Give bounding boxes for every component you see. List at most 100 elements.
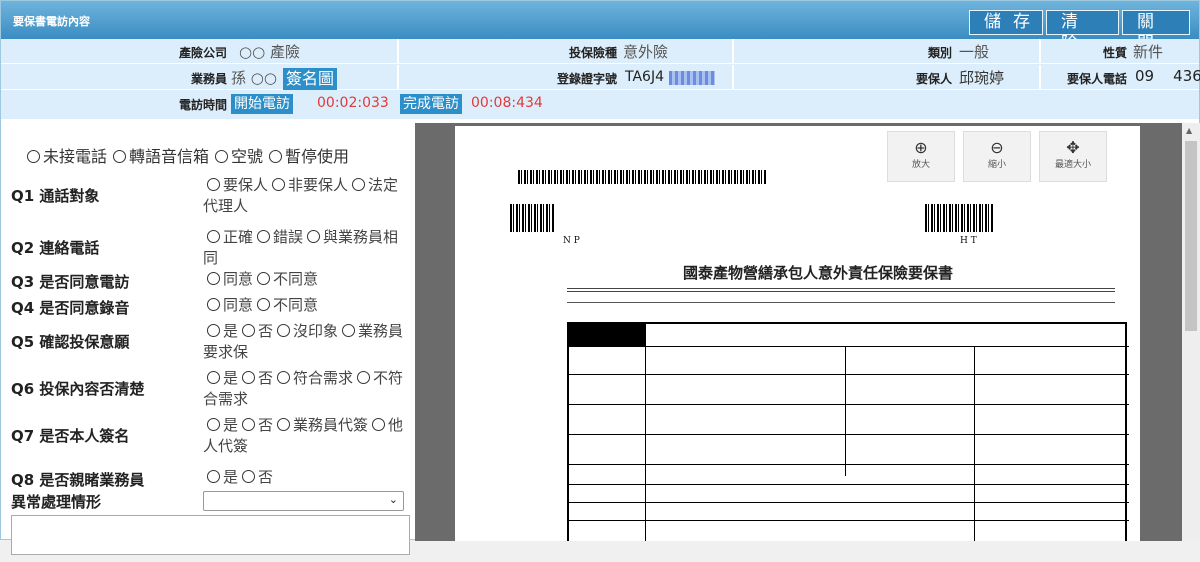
question-label: Q7 是否本人簽名 (11, 427, 130, 445)
radio-button[interactable] (242, 470, 256, 483)
type-label: 投保險種 (568, 46, 617, 60)
radio-button[interactable] (257, 230, 271, 243)
nature-label: 性質 (1102, 46, 1127, 60)
radio-button[interactable] (207, 230, 220, 243)
radio-button[interactable] (277, 324, 291, 337)
scroll-up-icon: ▲ (1186, 126, 1193, 135)
answer-option[interactable]: 是 (207, 322, 238, 340)
answer-option[interactable]: 符合需求 (277, 369, 353, 387)
answer-option[interactable]: 錯誤 (257, 228, 303, 246)
abnormal-textarea[interactable] (11, 515, 410, 555)
radio-button[interactable] (207, 178, 220, 191)
answer-option[interactable]: 是 (207, 369, 238, 387)
radio-button[interactable] (242, 418, 256, 431)
question-options: 是否業務員代簽 他人代簽 (203, 415, 413, 457)
start-call-button[interactable]: 開始電訪 (231, 94, 293, 114)
radio-button[interactable] (257, 298, 271, 311)
form-table (567, 322, 1129, 541)
scrollbar-thumb[interactable] (1185, 141, 1197, 331)
abnormal-label: 異常處理情形 (11, 493, 102, 511)
radio-button[interactable] (207, 298, 220, 311)
question-options: 同意 不同意 (203, 295, 413, 316)
registration-value: TA6J4 (625, 69, 664, 85)
info-row-1: 產險公司 ○○ 產險 投保險種 意外險 類別 一般 性質 新件 (1, 39, 1199, 64)
radio-button[interactable] (352, 178, 366, 191)
question-options: 是否沒印象 業務員要求保 (203, 321, 413, 363)
call-status-options: 未接電話 轉語音信箱 空號 暫停使用 (27, 143, 355, 167)
zoom-in-button[interactable]: ⊕ 放大 (887, 131, 955, 182)
status-option[interactable]: 空號 (215, 147, 263, 166)
answer-option[interactable]: 不同意 (257, 296, 318, 314)
answer-option[interactable]: 要保人 (207, 176, 268, 194)
answer-option[interactable]: 否 (242, 468, 273, 486)
radio-button[interactable] (269, 150, 283, 163)
category-label: 類別 (927, 46, 952, 60)
answer-option[interactable]: 同意 (207, 296, 253, 314)
radio-button[interactable] (242, 371, 256, 384)
questionnaire-panel: 未接電話 轉語音信箱 空號 暫停使用 Q1 通話對象 要保人 非要保人 法定代理人 Q2 連絡… (1, 123, 413, 555)
zoom-in-icon: ⊕ (914, 138, 928, 157)
barcode-top (518, 170, 766, 184)
radio-button[interactable] (207, 324, 220, 337)
radio-button[interactable] (242, 324, 256, 337)
radio-button[interactable] (207, 371, 220, 384)
barcode-left (510, 204, 554, 232)
answer-option[interactable]: 否 (242, 416, 273, 434)
radio-button[interactable] (372, 418, 386, 431)
title-bar: 要保書電訪內容 儲存 清除 關閉 (1, 1, 1199, 54)
viewer-scrollbar[interactable]: ▲ (1182, 123, 1200, 541)
question-options: 正確 錯誤 與業務員相同 (203, 227, 413, 269)
signature-button[interactable]: 簽名圖 (283, 68, 338, 90)
ht-label: H T (960, 236, 977, 246)
answer-option[interactable]: 同意 (207, 270, 253, 288)
radio-button[interactable] (207, 470, 220, 483)
radio-button[interactable] (113, 150, 127, 163)
answer-option[interactable]: 否 (242, 369, 273, 387)
insurer-label: 產險公司 (178, 46, 227, 60)
radio-button[interactable] (342, 324, 356, 337)
answer-option[interactable]: 是 (207, 416, 238, 434)
status-option[interactable]: 暫停使用 (269, 147, 349, 166)
end-call-button[interactable]: 完成電訪 (400, 94, 462, 114)
answer-option[interactable]: 是 (207, 468, 238, 486)
agent-value: 孫 ○○ (231, 69, 277, 87)
answer-option[interactable]: 不同意 (257, 270, 318, 288)
close-button[interactable]: 關閉 (1122, 10, 1190, 54)
question-label: Q4 是否同意錄音 (11, 299, 130, 317)
answer-option[interactable]: 正確 (207, 228, 253, 246)
info-row-2: 業務員 孫 ○○ 簽名圖 登錄證字號 TA6J4 要保人 邱琬婷 要保人電話 0… (1, 65, 1200, 90)
clear-button[interactable]: 清除 (1046, 10, 1119, 54)
question-label: Q6 投保內容否清楚 (11, 380, 145, 398)
radio-button[interactable] (272, 178, 286, 191)
radio-button[interactable] (215, 150, 229, 163)
radio-button[interactable] (357, 371, 371, 384)
answer-option[interactable]: 業務員代簽 (277, 416, 368, 434)
answer-option[interactable]: 否 (242, 322, 273, 340)
policy-info-panel: 產險公司 ○○ 產險 投保險種 意外險 類別 一般 性質 新件 業務員 孫 ○○… (1, 39, 1200, 119)
radio-button[interactable] (277, 418, 291, 431)
category-value: 一般 (959, 43, 990, 61)
start-time: 00:02:033 (317, 95, 389, 111)
agent-label: 業務員 (190, 72, 227, 86)
answer-option[interactable]: 沒印象 (277, 322, 338, 340)
status-option[interactable]: 未接電話 (27, 147, 107, 166)
radio-button[interactable] (257, 272, 271, 285)
status-option[interactable]: 轉語音信箱 (113, 147, 209, 166)
np-label: N P (563, 236, 580, 246)
abnormal-select[interactable]: ⌄ (203, 491, 404, 511)
radio-button[interactable] (277, 371, 291, 384)
document-title: 國泰產物營繕承包人意外責任保險要保書 (683, 264, 954, 282)
save-button[interactable]: 儲存 (969, 10, 1043, 35)
question-label: Q1 通話對象 (11, 187, 100, 205)
app-window: 要保書電訪內容 儲存 清除 關閉 產險公司 ○○ 產險 投保險種 意外險 類別 … (0, 0, 1200, 555)
radio-button[interactable] (207, 272, 220, 285)
document-page[interactable]: N P H T 國泰產物營繕承包人意外責任保險要保書 (455, 126, 1140, 541)
applicant-phone-label: 要保人電話 (1066, 72, 1127, 86)
radio-button[interactable] (207, 418, 220, 431)
zoom-out-button[interactable]: ⊖ 縮小 (963, 131, 1031, 182)
fit-size-button[interactable]: ✥ 最適大小 (1039, 131, 1107, 182)
radio-button[interactable] (307, 230, 321, 243)
answer-option[interactable]: 非要保人 (272, 176, 348, 194)
chevron-down-icon: ⌄ (388, 493, 398, 506)
radio-button[interactable] (27, 150, 40, 163)
